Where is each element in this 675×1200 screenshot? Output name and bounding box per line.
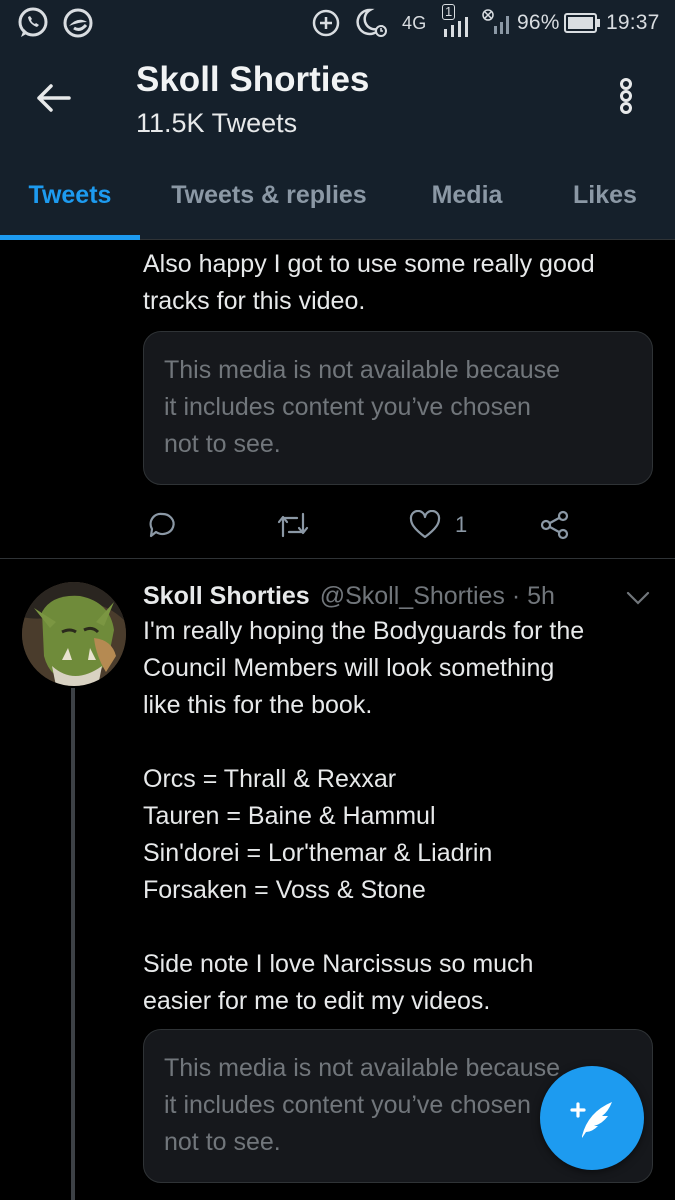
clock: 19:37 — [606, 11, 660, 34]
status-bar: 4G 1 96% 19:37 — [0, 0, 675, 46]
like-button[interactable]: 1 — [409, 505, 467, 545]
media-notice-text: This media is not available because it i… — [164, 356, 561, 458]
retweet-icon — [277, 512, 309, 538]
network-type: 4G — [402, 12, 427, 33]
avatar[interactable] — [22, 582, 126, 686]
tweet-text: I'm really hoping the Bodyguards for the… — [143, 617, 585, 1015]
tweet-divider — [0, 558, 675, 559]
retweet-button[interactable] — [275, 505, 311, 545]
tab-media[interactable]: Media — [400, 150, 534, 240]
tweet-count: 11.5K Tweets — [136, 108, 298, 138]
reply-button[interactable] — [147, 505, 177, 545]
dnd-moon-icon — [354, 0, 390, 46]
heart-icon — [409, 510, 441, 539]
more-dot-icon — [620, 78, 632, 90]
no-signal-icon — [480, 0, 514, 46]
tweet-meta: Skoll Shorties @Skoll_Shorties · 5h — [143, 578, 555, 614]
more-dot-icon — [620, 102, 632, 114]
share-icon — [540, 510, 569, 540]
compose-tweet-button[interactable] — [540, 1066, 644, 1170]
author-name[interactable]: Skoll Shorties — [143, 582, 310, 611]
share-button[interactable] — [539, 505, 571, 545]
battery-icon — [564, 0, 602, 46]
tweet-text: Also happy I got to use some really good… — [143, 250, 595, 315]
tab-tweets-replies[interactable]: Tweets & replies — [150, 150, 388, 240]
tab-likes[interactable]: Likes — [540, 150, 670, 240]
tab-tweets[interactable]: Tweets — [0, 150, 140, 240]
page-title: Skoll Shorties — [136, 60, 370, 99]
vpn-icon — [62, 0, 94, 46]
author-handle[interactable]: @Skoll_Shorties · 5h — [320, 582, 555, 611]
add-circle-icon — [312, 0, 340, 46]
thread-line — [71, 688, 75, 1200]
profile-header: Skoll Shorties 11.5K Tweets — [0, 46, 675, 150]
more-dot-icon — [620, 90, 632, 102]
back-arrow-icon — [37, 84, 71, 112]
signal-icon: 1 — [440, 0, 474, 46]
tweet-menu-button[interactable] — [624, 586, 652, 610]
compose-quill-icon — [570, 1102, 612, 1138]
profile-tabs: Tweets Tweets & replies Media Likes — [0, 150, 675, 240]
back-button[interactable] — [30, 78, 76, 118]
sensitive-media-notice[interactable]: This media is not available because it i… — [143, 331, 653, 485]
more-options-button[interactable] — [608, 74, 644, 118]
reply-icon — [149, 512, 175, 538]
like-count: 1 — [455, 512, 468, 537]
whatsapp-icon — [16, 0, 50, 46]
battery-percent: 96% — [517, 11, 560, 34]
tweet-feed[interactable]: Also happy I got to use some really good… — [0, 240, 675, 1200]
chevron-down-icon — [626, 591, 650, 605]
tweet-actions: 1 — [143, 505, 643, 545]
orc-avatar-icon — [22, 582, 126, 686]
